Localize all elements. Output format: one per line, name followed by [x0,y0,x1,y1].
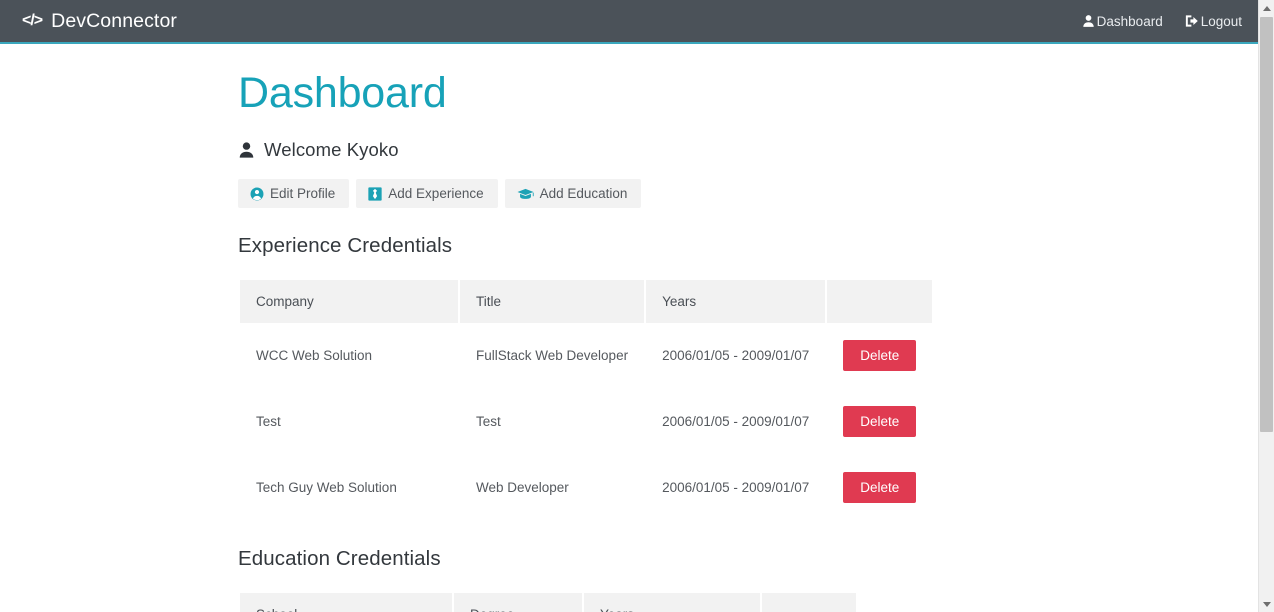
user-icon [238,141,255,159]
caret-up-icon [1262,5,1271,11]
black-tie-icon [368,186,382,201]
education-table-head: School Degree Years [240,593,856,612]
cell-company: WCC Web Solution [256,348,373,363]
cell-actions: Delete [827,389,932,455]
add-experience-button[interactable]: Add Experience [356,179,498,208]
column-header-degree: Degree [454,593,582,612]
brand-logo[interactable]: </> DevConnector [22,10,177,33]
experience-heading: Experience Credentials [238,234,453,257]
table-row: Test Test 2006/01/05 - 2009/01/07 Delete [240,389,932,455]
add-education-button[interactable]: Add Education [504,179,642,208]
column-header-years: Years [646,280,826,323]
edit-profile-button[interactable]: Edit Profile [238,179,350,208]
delete-experience-button[interactable]: Delete [843,472,917,503]
education-header-row: School Degree Years [240,593,856,612]
education-heading: Education Credentials [238,547,441,570]
navbar-links: Dashboard Logout [1082,14,1242,29]
nav-link-dashboard-label: Dashboard [1096,13,1163,29]
table-row: Tech Guy Web Solution Web Developer 2006… [240,455,932,521]
nav-link-logout[interactable]: Logout [1185,14,1242,29]
welcome-line: Welcome Kyoko [238,139,1238,161]
column-header-actions [762,593,856,612]
table-row: WCC Web Solution FullStack Web Developer… [240,323,932,389]
caret-down-icon [1262,601,1271,607]
column-header-company: Company [240,280,458,323]
scrollbar-thumb[interactable] [1260,17,1273,432]
page-viewport: </> DevConnector Dashboard Logout Dashbo… [0,0,1274,612]
delete-experience-button[interactable]: Delete [843,340,917,371]
dashboard-actions: Edit Profile Add Experience Add Educatio… [238,179,1238,208]
navbar: </> DevConnector Dashboard Logout [0,0,1258,44]
delete-experience-button[interactable]: Delete [843,406,917,437]
cell-company: Test [256,414,281,429]
experience-header-row: Company Title Years [240,280,933,323]
user-circle-icon [250,187,264,201]
cell-company: Tech Guy Web Solution [256,480,397,495]
add-education-label: Add Education [539,186,628,201]
experience-table: Company Title Years WCC Web Solution Ful… [238,280,934,521]
scroll-down-button[interactable] [1259,596,1274,612]
user-icon [1082,14,1095,28]
add-experience-label: Add Experience [388,186,484,201]
nav-link-dashboard[interactable]: Dashboard [1082,14,1163,29]
education-table: School Degree Years [238,593,858,612]
vertical-scrollbar[interactable] [1258,0,1274,612]
cell-actions: Delete [827,455,932,521]
nav-link-logout-label: Logout [1200,13,1242,29]
scroll-up-button[interactable] [1259,0,1274,16]
brand-label: DevConnector [51,9,177,32]
column-header-years: Years [584,593,760,612]
edit-profile-label: Edit Profile [270,186,336,201]
graduation-cap-icon [517,187,534,201]
cell-years: 2006/01/05 - 2009/01/07 [662,348,810,363]
page-title: Dashboard [238,69,447,117]
welcome-label: Welcome Kyoko [264,139,399,160]
main-container: Dashboard Welcome Kyoko Edit Profile Add… [0,44,1258,612]
code-icon: </> [22,12,43,29]
experience-table-head: Company Title Years [240,280,933,323]
cell-title: Test [476,414,501,429]
cell-title: Web Developer [476,480,569,495]
cell-years: 2006/01/05 - 2009/01/07 [662,480,810,495]
column-header-title: Title [460,280,645,323]
experience-table-body: WCC Web Solution FullStack Web Developer… [240,323,932,521]
column-header-school: School [240,593,452,612]
sign-out-icon [1185,14,1199,28]
column-header-actions [827,280,933,323]
cell-years: 2006/01/05 - 2009/01/07 [662,414,810,429]
cell-actions: Delete [827,323,932,389]
cell-title: FullStack Web Developer [476,348,629,363]
